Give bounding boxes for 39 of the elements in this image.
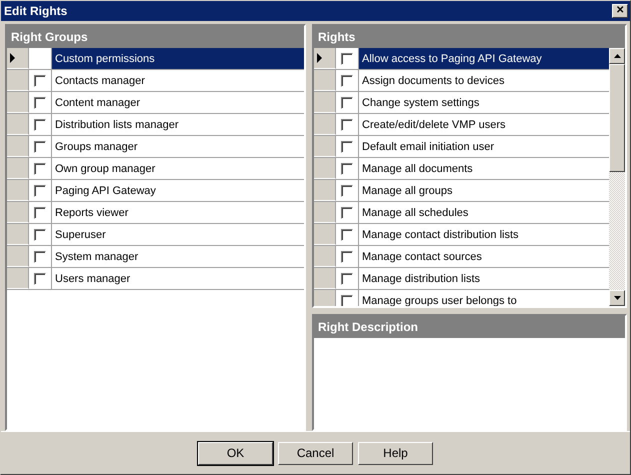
list-item[interactable]: Custom permissions: [52, 48, 304, 69]
row-header[interactable]: [7, 48, 29, 69]
list-item[interactable]: Change system settings: [359, 92, 609, 113]
list-item[interactable]: Manage groups user belongs to: [359, 290, 609, 306]
list-item[interactable]: Superuser: [52, 224, 304, 245]
panel-header: Right Description: [314, 316, 625, 338]
list-item[interactable]: Allow access to Paging API Gateway: [359, 48, 609, 69]
down-arrow-icon: [614, 296, 620, 300]
list-item[interactable]: Manage all documents: [359, 158, 609, 179]
scroll-down-button[interactable]: [609, 290, 625, 306]
row-header[interactable]: [314, 48, 336, 69]
up-arrow-icon: [614, 54, 620, 58]
dialog-button[interactable]: Cancel: [278, 442, 353, 464]
panel-header: Right Groups: [7, 26, 304, 48]
list-item[interactable]: Own group manager: [52, 158, 304, 179]
scrollbar-thumb[interactable]: [609, 64, 625, 172]
list-item[interactable]: Default email initiation user: [359, 136, 609, 157]
list-item[interactable]: Distribution lists manager: [52, 114, 304, 135]
dialog-button[interactable]: Help: [358, 442, 433, 464]
list-item[interactable]: Manage distribution lists: [359, 268, 609, 289]
list-item[interactable]: Contacts manager: [52, 70, 304, 91]
list-item[interactable]: Content manager: [52, 92, 304, 113]
panel-header: Rights: [314, 26, 625, 48]
checkbox[interactable]: [341, 294, 353, 306]
list-item[interactable]: Paging API Gateway: [52, 180, 304, 201]
list-item[interactable]: Manage contact distribution lists: [359, 224, 609, 245]
window-title: Edit Rights: [4, 4, 68, 18]
list-item[interactable]: Manage all groups: [359, 180, 609, 201]
list-item[interactable]: Manage contact sources: [359, 246, 609, 267]
list-item[interactable]: Create/edit/delete VMP users: [359, 114, 609, 135]
list-item[interactable]: Groups manager: [52, 136, 304, 157]
list-item[interactable]: Reports viewer: [52, 202, 304, 223]
list-item[interactable]: System manager: [52, 246, 304, 267]
dialog-button[interactable]: OK: [198, 442, 273, 464]
list-item[interactable]: Users manager: [52, 268, 304, 289]
list-item[interactable]: Manage all schedules: [359, 202, 609, 223]
scroll-up-button[interactable]: [609, 48, 625, 64]
close-button[interactable]: ✕: [612, 4, 628, 18]
list-item[interactable]: Assign documents to devices: [359, 70, 609, 91]
